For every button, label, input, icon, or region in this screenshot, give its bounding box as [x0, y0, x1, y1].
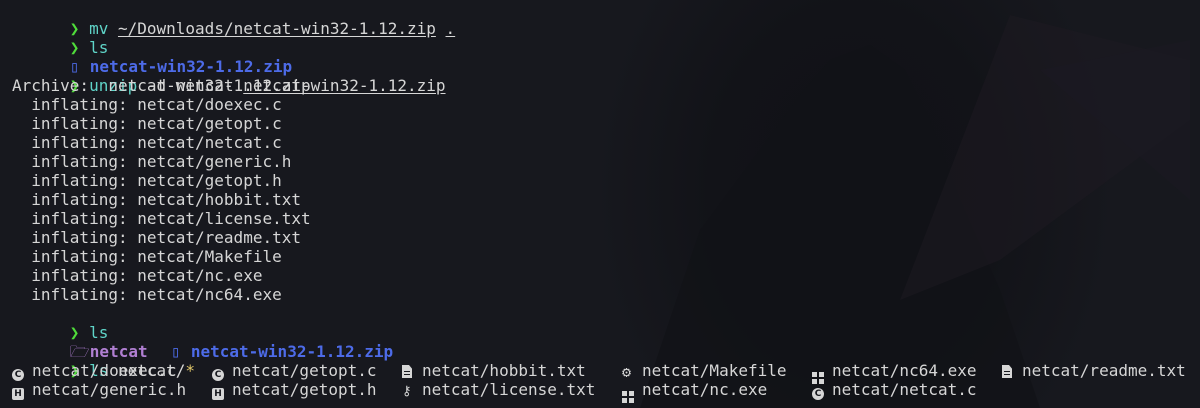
command-line-ls-glob: ❯ ls netcat/* [12, 342, 1200, 380]
command-line-ls-2: ❯ ls [12, 304, 1200, 342]
text-file-icon [402, 365, 412, 378]
listing-item: netcat/readme.txt [1002, 361, 1186, 380]
inflating-line: inflating: netcat/netcat.c [12, 133, 282, 152]
inflating-line: inflating: netcat/generic.h [12, 152, 292, 171]
text-file-icon [1002, 365, 1012, 378]
listing-item: netcat/hobbit.txt [402, 361, 586, 380]
listing-item: Hnetcat/getopt.h [212, 380, 377, 400]
h-icon: H [12, 388, 24, 400]
command-line-ls: ❯ ls [12, 19, 1200, 57]
ls-output-line: ▯ netcat-win32-1.12.zip [12, 38, 1200, 76]
inflating-line: inflating: netcat/license.txt [12, 209, 311, 228]
archive-line: Archive: netcat-win32-1.12.zip [12, 76, 311, 95]
terminal-output: ❯ mv ~/Downloads/netcat-win32-1.12.zip .… [12, 0, 1200, 403]
listing-item: Hnetcat/generic.h [12, 380, 186, 400]
listing-row: Hnetcat/generic.h Hnetcat/getopt.h ⚷ netc… [12, 380, 1200, 403]
inflating-line: inflating: netcat/nc.exe [12, 266, 263, 285]
listing-item: ⚷ netcat/license.txt [402, 380, 596, 399]
license-icon: ⚷ [402, 384, 412, 399]
listing-item: ⚙ netcat/Makefile [622, 361, 787, 381]
h-icon: H [212, 388, 224, 400]
inflating-line: inflating: netcat/hobbit.txt [12, 190, 301, 209]
listing-item: Cnetcat/doexec.c [12, 361, 177, 381]
command-line-mv: ❯ mv ~/Downloads/netcat-win32-1.12.zip . [12, 0, 1200, 38]
listing-item: Cnetcat/netcat.c [812, 380, 977, 400]
ls-output-line-2: 🗁netcat ▯ netcat-win32-1.12.zip [12, 323, 1200, 361]
inflating-line: inflating: netcat/getopt.c [12, 114, 282, 133]
listing-item: Cnetcat/getopt.c [212, 361, 377, 381]
inflating-line: inflating: netcat/getopt.h [12, 171, 282, 190]
c-icon: C [812, 388, 824, 400]
command-line-unzip: ❯ unzip -d netcat netcat-win32-1.12.zip [12, 57, 1200, 95]
windows-icon [622, 391, 634, 403]
inflating-line: inflating: netcat/doexec.c [12, 95, 282, 114]
terminal-window[interactable]: ❯ mv ~/Downloads/netcat-win32-1.12.zip .… [0, 0, 1200, 408]
listing-item: netcat/nc.exe [622, 380, 767, 403]
listing-row: Cnetcat/doexec.c Cnetcat/getopt.c netcat… [12, 361, 1200, 384]
inflating-line: inflating: netcat/nc64.exe [12, 285, 282, 304]
inflating-line: inflating: netcat/Makefile [12, 247, 282, 266]
inflating-line: inflating: netcat/readme.txt [12, 228, 301, 247]
